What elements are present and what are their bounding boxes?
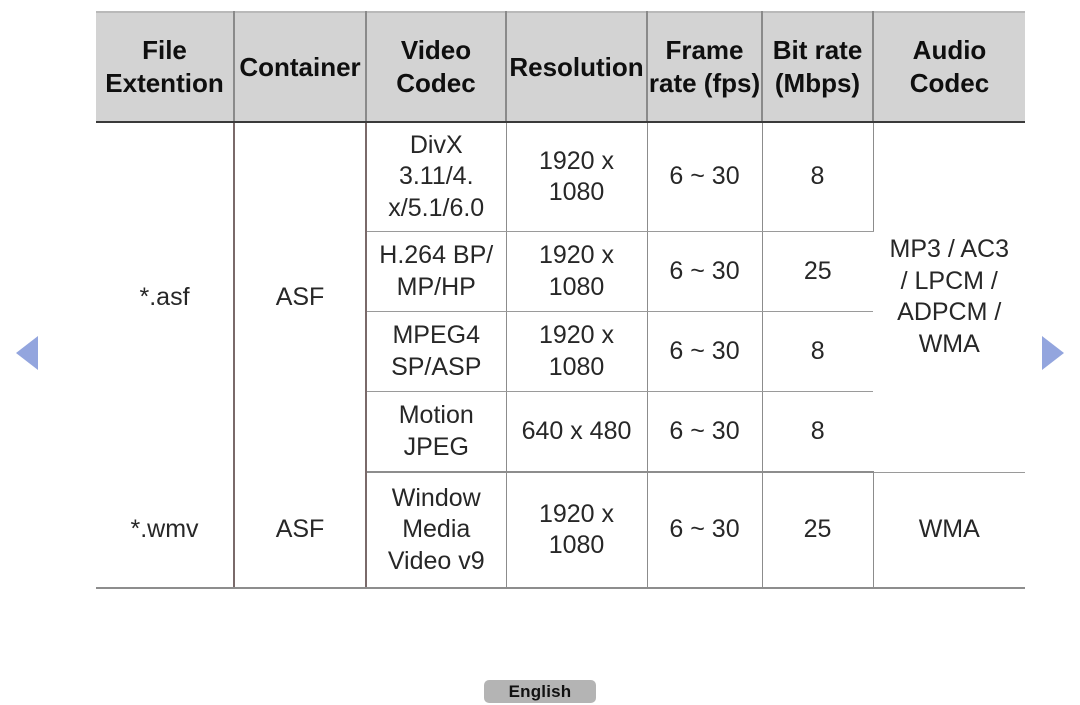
cell-bit-rate: 8 (762, 391, 873, 473)
cell-container: ASF (234, 122, 367, 472)
cell-line: 1920 x (538, 321, 615, 349)
cell-line: MP/HP (396, 272, 476, 301)
cell-audio-codec: WMA (873, 472, 1025, 589)
header-line: Codec (396, 68, 476, 98)
cell-video-codec: Window Media Video v9 (366, 472, 507, 589)
header-line: Resolution (509, 51, 644, 82)
cell-video-codec: MPEG4 SP/ASP (366, 311, 507, 392)
cell-resolution: 640 x 480 (506, 391, 648, 473)
header-line: File (142, 35, 187, 66)
cell-line: 1920 x (538, 241, 615, 269)
cell-line: H.264 BP/ (379, 241, 494, 269)
cell-line: *.wmv (130, 514, 199, 543)
cell-resolution: 1920 x 1080 (506, 231, 648, 312)
table-header: File Extention Container Video Codec Res… (96, 11, 1025, 123)
cell-line: *.asf (139, 282, 190, 311)
cell-frame-rate: 6 ~ 30 (647, 231, 763, 312)
column-header-video-codec: Video Codec (366, 11, 507, 123)
cell-file-extention: *.wmv (96, 472, 235, 589)
header-line: Frame (665, 35, 744, 66)
cell-video-codec: DivX 3.11/4. x/5.1/6.0 (366, 122, 507, 232)
cell-line: Video v9 (387, 546, 485, 575)
triangle-left-icon[interactable] (16, 336, 38, 370)
column-header-bit-rate: Bit rate (Mbps) (762, 11, 874, 123)
column-header-container: Container (234, 11, 367, 123)
cell-line: JPEG (403, 432, 469, 461)
cell-frame-rate: 6 ~ 30 (647, 122, 763, 232)
cell-line: 1920 x (538, 499, 615, 528)
cell-video-codec: Motion JPEG (366, 391, 507, 473)
cell-line: WMA (918, 515, 980, 543)
table-body: *.asf ASF DivX 3.11/4. x/5.1/6.0 1920 x … (96, 122, 1025, 589)
cell-line: 1080 (548, 272, 605, 301)
cell-bit-rate: 8 (762, 311, 873, 392)
cell-line: DivX (409, 130, 463, 159)
cell-file-extention: *.asf (96, 122, 235, 472)
header-line: Codec (909, 68, 990, 98)
media-format-spec-table: File Extention Container Video Codec Res… (96, 11, 1025, 589)
header-line: Audio (912, 35, 987, 66)
cell-line: 640 x 480 (521, 416, 632, 445)
column-header-file-extention: File Extention (96, 11, 235, 123)
cell-line: 1920 x (538, 146, 615, 175)
language-button[interactable]: English (484, 680, 596, 703)
cell-line: Media (402, 515, 471, 544)
header-line: Container (239, 51, 361, 82)
header-line: Bit rate (772, 35, 863, 66)
cell-frame-rate: 6 ~ 30 (647, 311, 763, 392)
cell-line: 1080 (548, 531, 605, 559)
cell-frame-rate: 6 ~ 30 (647, 391, 763, 473)
column-header-resolution: Resolution (506, 11, 648, 123)
cell-line: 3.11/4. (398, 162, 474, 191)
cell-frame-rate: 6 ~ 30 (647, 472, 763, 589)
table-header-row: File Extention Container Video Codec Res… (96, 11, 1025, 123)
cell-bit-rate: 25 (762, 231, 873, 312)
cell-line: SP/ASP (391, 352, 482, 381)
column-header-audio-codec: Audio Codec (873, 11, 1025, 123)
header-line: (Mbps) (774, 68, 861, 98)
table-row: *.wmv ASF Window Media Video v9 1920 x 1… (96, 472, 1025, 589)
cell-container: ASF (234, 472, 367, 589)
cell-bit-rate: 8 (762, 122, 874, 232)
cell-line: 1080 (548, 178, 605, 206)
triangle-right-icon[interactable] (1042, 336, 1064, 370)
header-line: rate (fps) (648, 68, 761, 98)
cell-line: Motion (398, 401, 474, 429)
table-row: *.asf ASF DivX 3.11/4. x/5.1/6.0 1920 x … (96, 122, 1025, 473)
column-header-frame-rate: Frame rate (fps) (647, 11, 763, 123)
header-line: Extention (105, 68, 224, 98)
cell-line: x/5.1/6.0 (388, 193, 485, 222)
cell-line: Window (391, 483, 481, 512)
cell-line: MPEG4 (392, 321, 481, 349)
cell-bit-rate: 25 (762, 472, 874, 589)
cell-resolution: 1920 x 1080 (506, 122, 648, 232)
cell-video-codec: H.264 BP/ MP/HP (366, 231, 507, 312)
cell-line: WMA (918, 329, 980, 358)
cell-audio-codec: MP3 / AC3 / LPCM / ADPCM / WMA (873, 122, 1025, 473)
cell-resolution: 1920 x 1080 (506, 311, 648, 392)
cell-line: ASF (275, 282, 325, 311)
cell-resolution: 1920 x 1080 (506, 472, 648, 589)
header-line: Video (400, 35, 472, 66)
cell-line: / LPCM / (900, 266, 998, 295)
cell-line: MP3 / AC3 (889, 235, 1010, 264)
cell-line: ADPCM / (897, 298, 1002, 327)
cell-line: ASF (275, 514, 325, 543)
cell-line: 1080 (548, 352, 605, 381)
